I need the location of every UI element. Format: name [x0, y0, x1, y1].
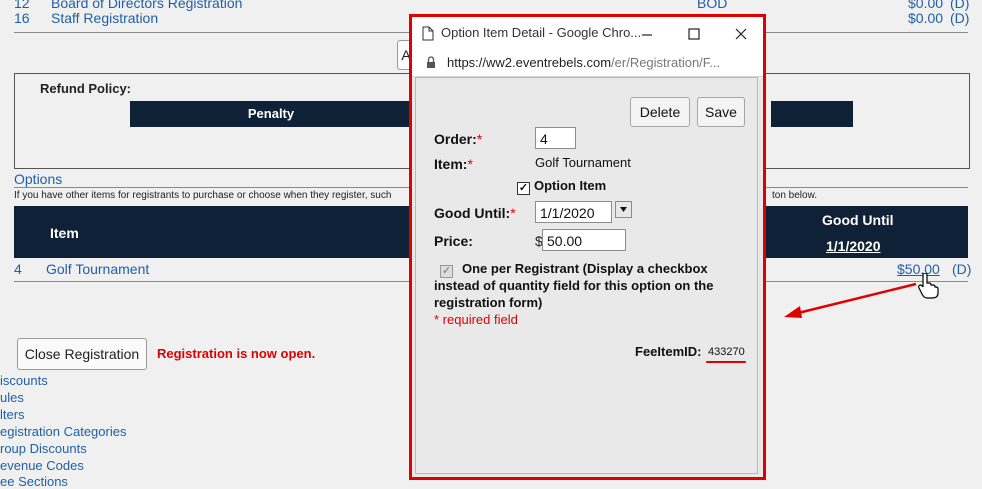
checkbox-checked-icon[interactable]: ✓ — [517, 182, 530, 195]
url-path: /er/Registration/F... — [611, 55, 721, 70]
close-registration-button[interactable]: Close Registration — [17, 338, 147, 370]
required-asterisk: * — [467, 156, 473, 172]
row-number: 16 — [14, 10, 30, 26]
refund-policy-label: Refund Policy: — [40, 81, 132, 96]
options-row-number: 4 — [14, 261, 22, 277]
options-description-end: ton below. — [772, 190, 818, 201]
registration-status: Registration is now open. — [157, 346, 316, 361]
options-title: Options — [14, 171, 63, 187]
order-label: Order:* — [434, 131, 483, 147]
required-asterisk: * — [510, 205, 516, 221]
left-nav-filters[interactable]: lters — [0, 407, 25, 422]
left-nav-rules[interactable]: ules — [0, 390, 24, 405]
url-text: https://ww2.eventrebels.com/er/Registrat… — [447, 55, 720, 70]
required-asterisk: * — [476, 131, 483, 147]
order-input[interactable]: 4 — [535, 127, 576, 149]
options-row-name[interactable]: Golf Tournament — [46, 261, 149, 277]
maximize-icon[interactable] — [687, 27, 701, 41]
close-icon[interactable] — [734, 27, 748, 41]
hand-cursor-icon — [918, 273, 939, 299]
option-item-checkbox[interactable]: ✓ Option Item — [517, 178, 606, 195]
left-nav-discounts[interactable]: iscounts — [0, 373, 48, 388]
annotation-arrow-icon — [784, 282, 917, 318]
minimize-icon[interactable] — [640, 27, 654, 41]
item-label: Item:* — [434, 156, 473, 172]
address-bar[interactable]: https://ww2.eventrebels.com/er/Registrat… — [412, 50, 763, 77]
url-domain: https://ww2.eventrebels.com — [447, 55, 612, 70]
fee-item-id-value: 433270 — [708, 346, 745, 358]
left-nav-revenue-codes[interactable]: evenue Codes — [0, 458, 84, 473]
price-label: Price: — [434, 233, 473, 249]
left-nav-registration-categories[interactable]: egistration Categories — [0, 424, 126, 439]
good-until-input[interactable]: 1/1/2020 — [535, 201, 612, 223]
item-value: Golf Tournament — [535, 155, 631, 170]
price-input[interactable]: 50.00 — [542, 229, 626, 251]
window-title: Option Item Detail - Google Chro... — [441, 25, 642, 40]
save-button[interactable]: Save — [697, 97, 745, 127]
window-titlebar: Option Item Detail - Google Chro... — [412, 17, 763, 50]
column-item: Item — [50, 225, 79, 241]
row-code: BOD — [697, 0, 728, 11]
delete-button[interactable]: Delete — [630, 97, 690, 127]
option-item-label: Option Item — [534, 178, 607, 193]
options-description: If you have other items for registrants … — [14, 190, 392, 201]
left-nav-group-discounts[interactable]: roup Discounts — [0, 441, 87, 456]
fee-item-id-label: FeeItemID: — [635, 344, 702, 359]
left-nav-fee-sections[interactable]: ee Sections — [0, 474, 68, 489]
option-row-16: 16 — [14, 10, 30, 26]
popup-content: Delete Save Order:* 4 Item:* Golf Tourna… — [415, 77, 758, 474]
row-name-link[interactable]: Staff Registration — [51, 10, 158, 26]
calendar-dropdown-button[interactable] — [615, 201, 632, 218]
options-row-flag: (D) — [952, 261, 972, 277]
good-until-label: Good Until:* — [434, 205, 516, 221]
penalty-header: Penalty — [130, 101, 412, 127]
option-item-detail-window: Option Item Detail - Google Chro... http… — [409, 14, 766, 480]
chevron-down-icon — [620, 207, 627, 212]
penalty-header-extension — [771, 101, 853, 127]
page-icon — [422, 26, 434, 41]
row-price: $0.00 — [908, 10, 944, 26]
row-flag: (D) — [950, 10, 970, 26]
one-per-registrant-label: One per Registrant (Display a checkbox i… — [434, 261, 714, 310]
lock-icon — [427, 56, 435, 68]
required-field-note: * required field — [434, 312, 518, 327]
column-good-until: Good Until — [822, 212, 894, 228]
good-until-date[interactable]: 1/1/2020 — [826, 238, 881, 254]
fee-item-id-underline — [706, 361, 746, 363]
